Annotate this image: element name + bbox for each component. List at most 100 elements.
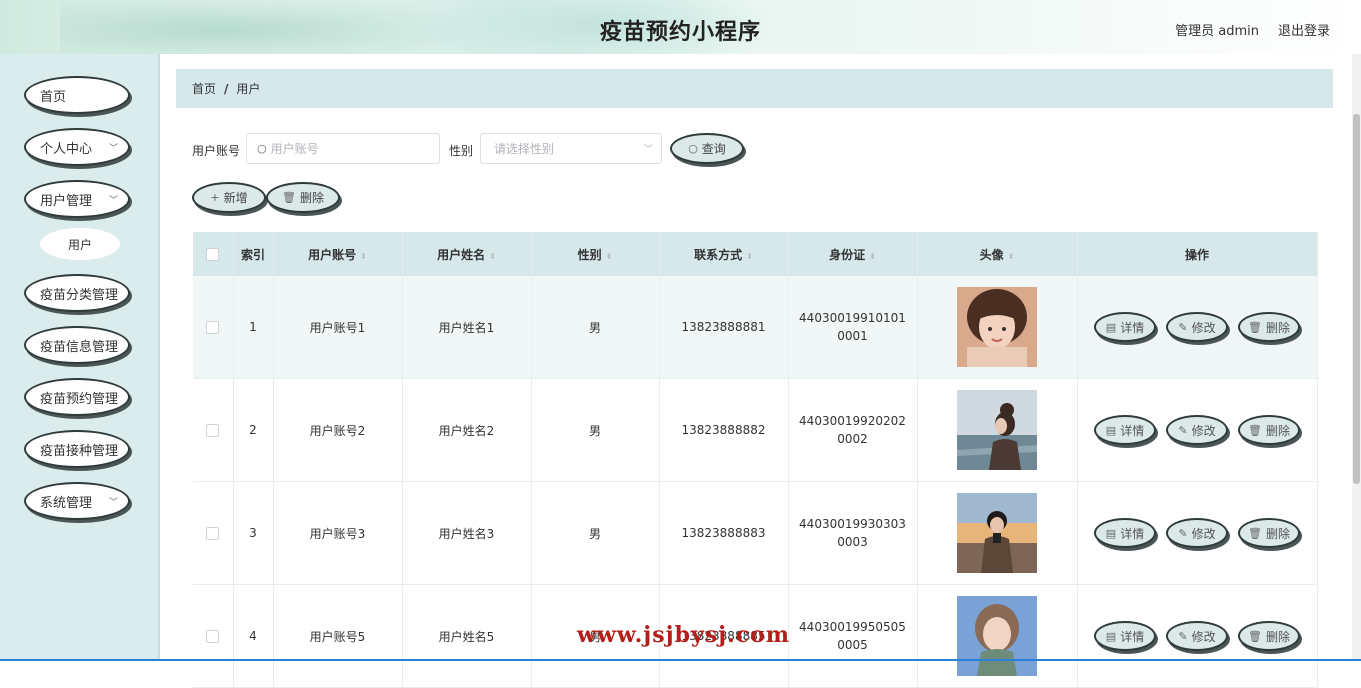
batch-delete-button[interactable]: 🗑 删除: [266, 182, 340, 213]
edit-button-label: 修改: [1191, 320, 1216, 335]
cell-actions: ▤ 详情 ✎ 修改 🗑 删除: [1077, 378, 1318, 482]
sort-icon[interactable]: ⬍: [869, 252, 876, 261]
document-icon: ▤: [1105, 526, 1117, 540]
row-checkbox-cell[interactable]: [193, 378, 234, 482]
detail-button[interactable]: ▤ 详情: [1094, 312, 1156, 342]
delete-button[interactable]: 🗑 删除: [1238, 518, 1300, 548]
sort-icon[interactable]: ⬍: [606, 252, 613, 261]
row-checkbox[interactable]: [206, 630, 220, 643]
column-header-gender[interactable]: 性别 ⬍: [531, 232, 660, 276]
column-header-actions: 操作: [1077, 232, 1318, 276]
detail-button-label: 详情: [1120, 629, 1145, 644]
cell-avatar: [917, 584, 1078, 688]
row-checkbox[interactable]: [206, 321, 220, 334]
row-checkbox-cell[interactable]: [193, 481, 234, 585]
sidebar-item-vaccine-info[interactable]: 疫苗信息管理: [24, 326, 130, 364]
cell-name: 用户姓名1: [402, 276, 532, 379]
delete-button[interactable]: 🗑 删除: [1238, 621, 1300, 651]
column-header-name[interactable]: 用户姓名 ⬍: [402, 232, 532, 276]
account-search-input[interactable]: ○ 用户账号: [246, 133, 440, 164]
delete-button[interactable]: 🗑 删除: [1238, 415, 1300, 445]
sort-icon[interactable]: ⬍: [360, 252, 367, 261]
cell-gender: 男: [531, 481, 660, 585]
edit-icon: ✎: [1178, 629, 1188, 643]
edit-button[interactable]: ✎ 修改: [1166, 518, 1228, 548]
add-button[interactable]: + 新增: [192, 182, 266, 213]
sort-icon[interactable]: ⬍: [489, 252, 496, 261]
column-header-label: 性别: [577, 247, 602, 262]
detail-button-label: 详情: [1120, 423, 1145, 438]
edit-button-label: 修改: [1191, 423, 1216, 438]
sidebar-item-vaccination[interactable]: 疫苗接种管理: [24, 430, 130, 468]
search-icon: ○: [688, 142, 698, 155]
detail-button[interactable]: ▤ 详情: [1094, 518, 1156, 548]
row-checkbox[interactable]: [206, 527, 220, 540]
breadcrumb-home[interactable]: 首页: [192, 80, 216, 97]
sidebar-item-vaccine-category[interactable]: 疫苗分类管理: [24, 274, 130, 312]
table-row: 3 用户账号3 用户姓名3 男 13823888883 440300199303…: [193, 481, 1318, 585]
delete-button-label: 删除: [1265, 423, 1290, 438]
column-header-account[interactable]: 用户账号 ⬍: [273, 232, 403, 276]
column-header-label: 用户账号: [308, 247, 357, 262]
logout-link[interactable]: 退出登录: [1278, 20, 1330, 39]
detail-button[interactable]: ▤ 详情: [1094, 621, 1156, 651]
select-all-checkbox[interactable]: [206, 248, 220, 261]
column-header-label: 用户姓名: [437, 247, 486, 262]
sort-icon[interactable]: ⬍: [746, 252, 753, 261]
cell-id-card: 440300199202020002: [788, 378, 918, 482]
sort-icon[interactable]: ⬍: [1008, 252, 1015, 261]
delete-button-label: 删除: [1265, 526, 1290, 541]
column-header-label: 头像: [979, 247, 1004, 262]
column-header-index: 索引: [233, 232, 274, 276]
user-table: 索引 用户账号 ⬍ 用户姓名 ⬍ 性别 ⬍ 联系方式 ⬍ 身份证 ⬍ 头像 ⬍ 操作 1 用…: [193, 232, 1318, 688]
trash-icon: 🗑: [1248, 526, 1262, 540]
sidebar-item-personal-center[interactable]: 个人中心 ﹀: [24, 128, 130, 166]
cell-gender: 男: [531, 378, 660, 482]
table-row: 1 用户账号1 用户姓名1 男 13823888881 440300199101…: [193, 276, 1318, 379]
document-icon: ▤: [1105, 423, 1117, 437]
sidebar-item-home[interactable]: 首页: [24, 76, 130, 114]
cell-name: 用户姓名3: [402, 481, 532, 585]
sidebar-item-system-management[interactable]: 系统管理 ﹀: [24, 482, 130, 520]
cell-actions: ▤ 详情 ✎ 修改 🗑 删除: [1077, 584, 1318, 688]
trash-icon: 🗑: [1248, 423, 1262, 437]
edit-button[interactable]: ✎ 修改: [1166, 312, 1228, 342]
cell-account: 用户账号1: [273, 276, 403, 379]
detail-button[interactable]: ▤ 详情: [1094, 415, 1156, 445]
sidebar-item-user-management[interactable]: 用户管理 ﹀: [24, 180, 130, 218]
sidebar-subitem-user[interactable]: 用户: [40, 228, 120, 260]
column-header-phone[interactable]: 联系方式 ⬍: [659, 232, 789, 276]
chevron-down-icon: ﹀: [108, 498, 118, 508]
column-header-avatar[interactable]: 头像 ⬍: [917, 232, 1078, 276]
vertical-scrollbar[interactable]: [1352, 54, 1361, 661]
scrollbar-thumb[interactable]: [1353, 114, 1360, 484]
delete-button[interactable]: 🗑 删除: [1238, 312, 1300, 342]
breadcrumb-separator: /: [224, 81, 229, 96]
query-button[interactable]: ○ 查询: [670, 133, 744, 164]
select-all-cell[interactable]: [193, 232, 234, 276]
avatar-girl-sky: [957, 596, 1037, 676]
column-header-id-card[interactable]: 身份证 ⬍: [788, 232, 918, 276]
cell-name: 用户姓名5: [402, 584, 532, 688]
add-button-label: 新增: [223, 191, 248, 205]
row-checkbox[interactable]: [206, 424, 220, 437]
cell-name: 用户姓名2: [402, 378, 532, 482]
row-checkbox-cell[interactable]: [193, 276, 234, 379]
search-icon: ○: [257, 142, 267, 155]
edit-button[interactable]: ✎ 修改: [1166, 415, 1228, 445]
admin-label: 管理员 admin: [1175, 24, 1259, 39]
delete-button-label: 删除: [1265, 320, 1290, 335]
cell-id-card: 440300199303030003: [788, 481, 918, 585]
plus-icon: +: [210, 191, 220, 204]
gender-select[interactable]: 请选择性别 ﹀: [480, 133, 662, 164]
edit-button[interactable]: ✎ 修改: [1166, 621, 1228, 651]
cell-avatar: [917, 481, 1078, 585]
sidebar: 首页 个人中心 ﹀ 用户管理 ﹀ 用户 疫苗分类管理 疫苗信息管理 疫苗预约管理…: [0, 54, 160, 661]
sidebar-item-label: 疫苗信息管理: [40, 339, 119, 355]
cell-id-card: 440300199101010001: [788, 276, 918, 379]
sidebar-item-label: 首页: [40, 89, 67, 105]
sidebar-item-vaccine-appointment[interactable]: 疫苗预约管理: [24, 378, 130, 416]
row-checkbox-cell[interactable]: [193, 584, 234, 688]
delete-button-label: 删除: [1265, 629, 1290, 644]
cell-account: 用户账号2: [273, 378, 403, 482]
